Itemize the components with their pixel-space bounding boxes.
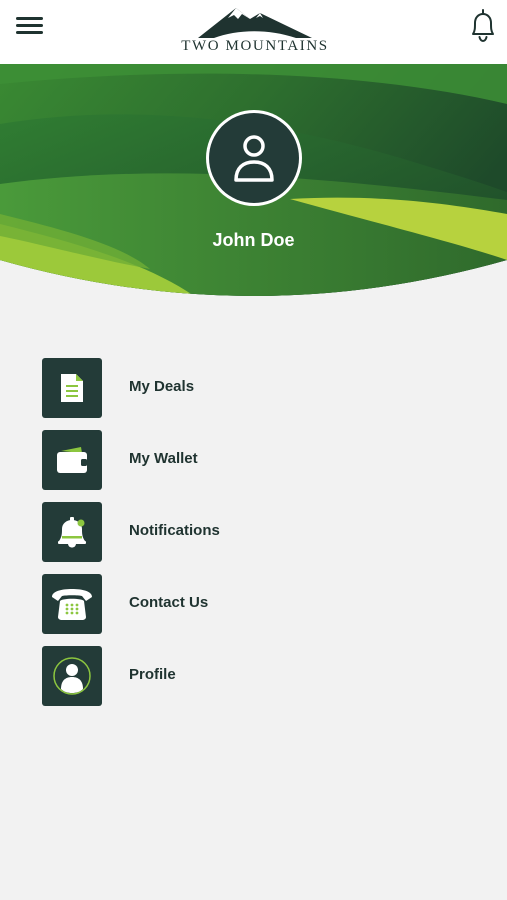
menu-item-contact-us[interactable]: Contact Us (42, 574, 462, 634)
menu-item-label: My Wallet (129, 450, 198, 467)
document-icon (61, 374, 83, 402)
hamburger-icon (16, 17, 43, 20)
notifications-button[interactable] (466, 8, 500, 44)
menu-item-label: Notifications (129, 522, 220, 539)
menu-item-profile[interactable]: Profile (42, 646, 462, 706)
user-icon (234, 135, 274, 182)
menu-item-label: Profile (129, 666, 176, 683)
brand-name: TWO MOUNTAINS (181, 38, 329, 54)
telephone-icon (52, 589, 92, 620)
menu-item-label: My Deals (129, 378, 195, 395)
mountains-logo-icon (198, 8, 312, 38)
bell-icon (58, 517, 86, 548)
menu-item-my-wallet[interactable]: My Wallet (42, 430, 462, 490)
menu-item-my-deals[interactable]: My Deals (42, 358, 462, 418)
bell-icon (472, 9, 494, 43)
top-app-bar: TWO MOUNTAINS (0, 0, 507, 64)
user-circle-icon (53, 657, 91, 695)
menu-item-notifications[interactable]: Notifications (42, 502, 462, 562)
profile-avatar[interactable] (206, 110, 302, 206)
wallet-icon (57, 447, 87, 473)
navigation-menu: My Deals My Wallet Notifications Contact… (42, 358, 462, 718)
user-name: John Doe (212, 230, 295, 250)
menu-item-label: Contact Us (129, 594, 209, 611)
brand-logo[interactable]: TWO MOUNTAINS (168, 4, 342, 56)
hamburger-menu-button[interactable] (14, 14, 46, 38)
